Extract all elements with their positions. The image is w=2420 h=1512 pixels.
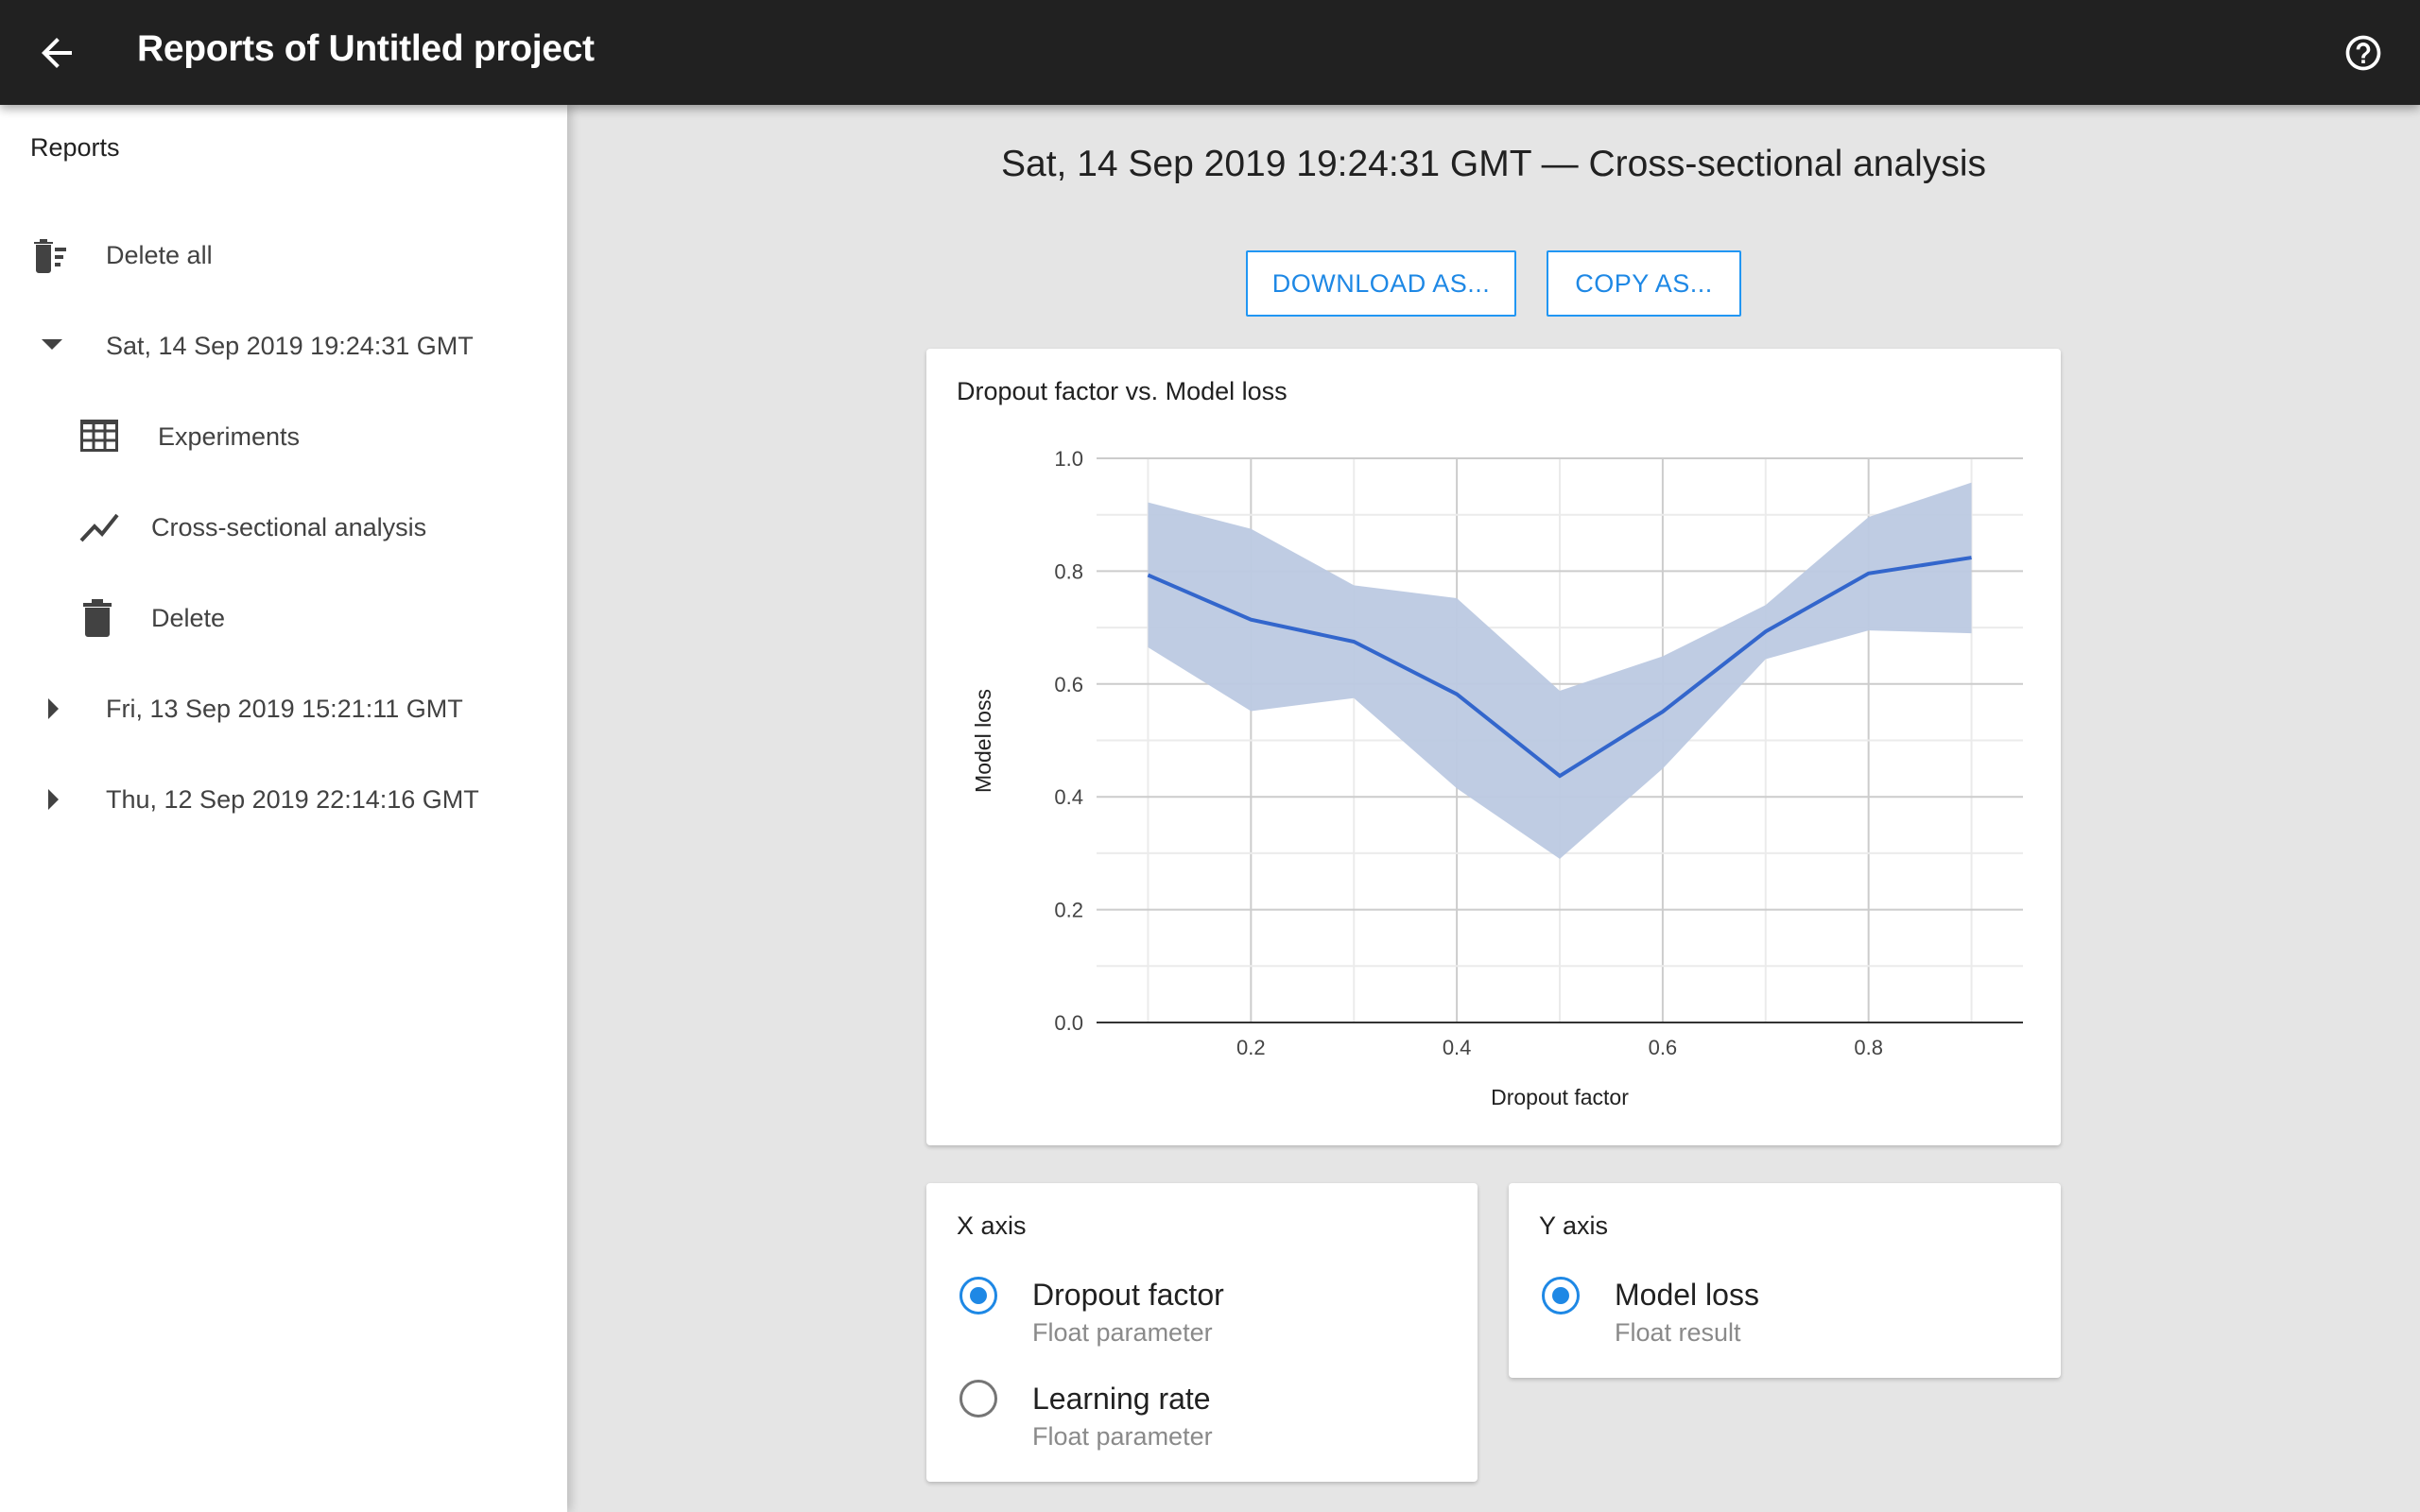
option-label: Dropout factor xyxy=(1032,1278,1224,1312)
y-tick-label: 1.0 xyxy=(1054,447,1083,471)
report-child-experiments[interactable]: Experiments xyxy=(0,399,567,474)
download-as-button[interactable]: DOWNLOAD AS... xyxy=(1246,250,1516,317)
x-tick-label: 0.8 xyxy=(1854,1036,1883,1059)
report-label: Thu, 12 Sep 2019 22:14:16 GMT xyxy=(106,784,479,814)
report-label: Sat, 14 Sep 2019 19:24:31 GMT xyxy=(106,331,474,360)
app-bar: Reports of Untitled project xyxy=(0,0,2420,105)
y-axis-label: Model loss xyxy=(971,689,995,793)
delete-all-label: Delete all xyxy=(106,240,213,269)
option-sub: Float parameter xyxy=(1032,1318,1213,1347)
trash-icon xyxy=(83,599,112,637)
cross-sectional-label: Cross-sectional analysis xyxy=(151,512,427,541)
option-sub: Float parameter xyxy=(1032,1422,1213,1451)
option-sub: Float result xyxy=(1615,1318,1741,1347)
report-label: Fri, 13 Sep 2019 15:21:11 GMT xyxy=(106,694,463,723)
report-item-2[interactable]: Thu, 12 Sep 2019 22:14:16 GMT xyxy=(0,762,567,837)
option-label: Model loss xyxy=(1615,1278,1759,1312)
copy-as-button[interactable]: COPY AS... xyxy=(1547,250,1741,317)
sidebar-heading: Reports xyxy=(30,133,120,162)
y-tick-label: 0.2 xyxy=(1054,899,1083,922)
x-tick-label: 0.2 xyxy=(1236,1036,1266,1059)
y-axis-card: Y axis Model loss Float result xyxy=(1509,1183,2061,1378)
x-tick-label: 0.6 xyxy=(1649,1036,1678,1059)
arrow-left-icon[interactable] xyxy=(34,30,79,76)
delete-sweep-icon xyxy=(34,239,66,273)
x-axis-card: X axis Dropout factor Float parameter Le… xyxy=(926,1183,1478,1482)
x-axis-label: Dropout factor xyxy=(1491,1085,1629,1109)
experiments-label: Experiments xyxy=(158,421,301,451)
caret-right-icon[interactable] xyxy=(48,789,60,810)
y-tick-label: 0.0 xyxy=(1054,1011,1083,1035)
chart-card: Dropout factor vs. Model loss 0.0 0.2 0.4 0… xyxy=(926,349,2061,1145)
sidebar: Reports Delete all Sat, 14 Sep 2019 19:2… xyxy=(0,105,567,1512)
x-axis-title: X axis xyxy=(957,1211,1027,1240)
radio-dropout-factor[interactable] xyxy=(959,1277,997,1314)
y-axis-title: Y axis xyxy=(1539,1211,1609,1240)
y-tick-label: 0.8 xyxy=(1054,559,1083,583)
chart-line-icon xyxy=(79,513,119,542)
report-item-0[interactable]: Sat, 14 Sep 2019 19:24:31 GMT xyxy=(0,308,567,384)
radio-learning-rate[interactable] xyxy=(959,1380,997,1418)
app-title: Reports of Untitled project xyxy=(137,28,595,69)
report-item-1[interactable]: Fri, 13 Sep 2019 15:21:11 GMT xyxy=(0,671,567,747)
report-child-cross-sectional[interactable]: Cross-sectional analysis xyxy=(0,490,567,565)
x-tick-label: 0.4 xyxy=(1443,1036,1472,1059)
page-title: Sat, 14 Sep 2019 19:24:31 GMT — Cross-se… xyxy=(1001,144,1986,184)
delete-label: Delete xyxy=(151,603,226,632)
option-label: Learning rate xyxy=(1032,1382,1211,1416)
chart: 0.0 0.2 0.4 0.6 0.8 1.0 0.2 0.4 0.6 0.8 Dropout f… xyxy=(971,447,2023,1109)
caret-right-icon[interactable] xyxy=(48,698,60,719)
y-tick-label: 0.4 xyxy=(1054,785,1083,809)
radio-model-loss[interactable] xyxy=(1542,1277,1580,1314)
table-icon xyxy=(80,420,118,452)
y-tick-label: 0.6 xyxy=(1054,673,1083,696)
caret-down-icon[interactable] xyxy=(42,339,62,351)
report-child-delete[interactable]: Delete xyxy=(0,580,567,656)
help-circle-icon[interactable] xyxy=(2342,32,2384,74)
delete-all-button[interactable]: Delete all xyxy=(0,217,567,293)
